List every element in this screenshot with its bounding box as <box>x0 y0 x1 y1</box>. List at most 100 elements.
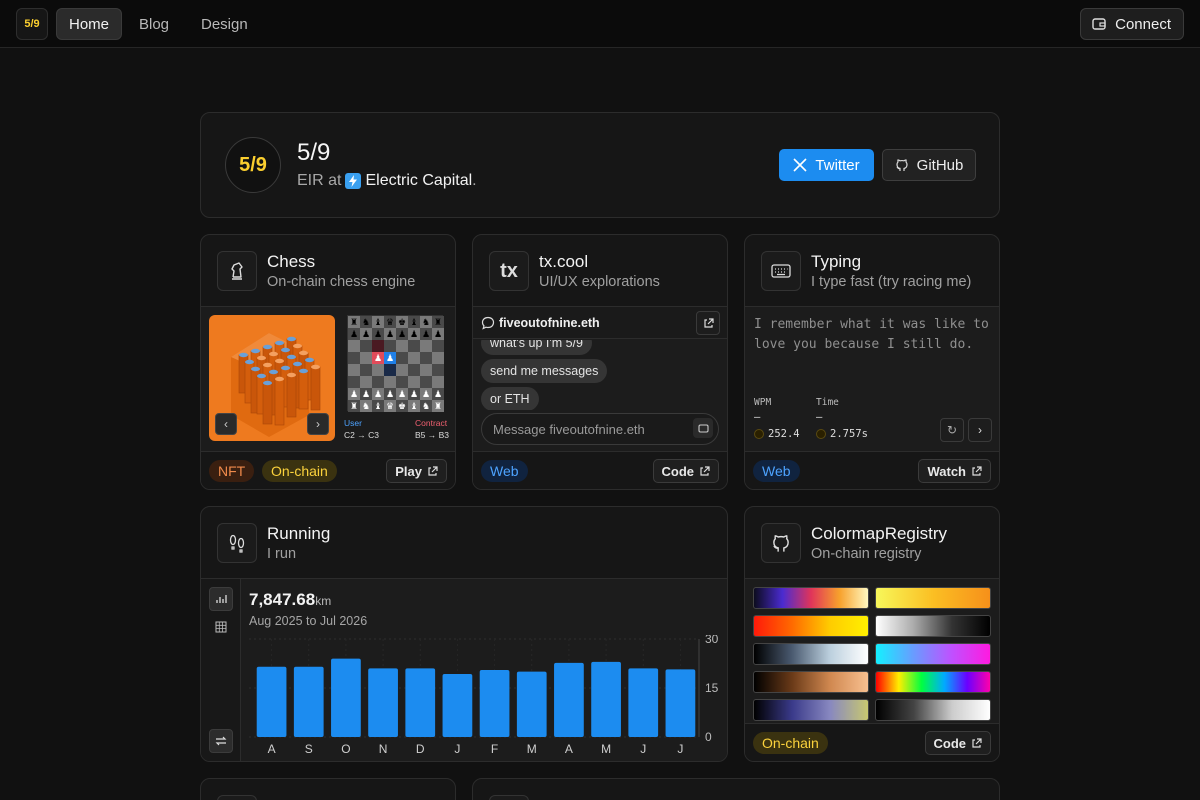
colormap-swatch[interactable] <box>753 671 869 693</box>
chart-bar[interactable] <box>665 669 696 737</box>
board-square[interactable]: ♟ <box>372 388 384 400</box>
board-square[interactable] <box>432 352 444 364</box>
board-square[interactable]: ♜ <box>432 400 444 412</box>
chart-bar[interactable] <box>628 668 659 737</box>
board-square[interactable] <box>432 376 444 388</box>
board-square[interactable]: ♟ <box>348 328 360 340</box>
colormap-swatch[interactable] <box>875 587 991 609</box>
chess-board[interactable]: ♜ ♞ ♝ ♛ ♚ ♝ ♞ ♜ ♟ ♟ ♟ ♟ ♟ ♟ ♟ ♟ ♟ ♟ ♟ ♟ ♟ ♟ ♟ ♟ ♟ ♟ ♜ ♞ ♝ ♛ ♚ ♝ ♞ ♜ <box>347 315 444 412</box>
board-square[interactable] <box>360 352 372 364</box>
board-square[interactable]: ♝ <box>408 316 420 328</box>
chart-bar[interactable] <box>368 668 398 737</box>
restart-button[interactable]: ↻ <box>940 418 964 442</box>
board-square[interactable] <box>360 376 372 388</box>
board-square[interactable] <box>348 352 360 364</box>
grid-view-button[interactable] <box>209 615 233 639</box>
colormap-swatch[interactable] <box>875 615 991 637</box>
board-square[interactable]: ♟ <box>396 388 408 400</box>
github-button[interactable]: GitHub <box>882 149 976 181</box>
chart-bar[interactable] <box>516 671 547 737</box>
board-square[interactable]: ♛ <box>384 316 396 328</box>
board-square[interactable]: ♛ <box>384 400 396 412</box>
code-button[interactable]: Code <box>652 459 719 483</box>
board-square[interactable]: ♞ <box>420 316 432 328</box>
board-square[interactable] <box>396 376 408 388</box>
board-square[interactable]: ♟ <box>420 388 432 400</box>
board-square[interactable]: ♟ <box>384 328 396 340</box>
nav-home[interactable]: Home <box>56 8 123 40</box>
board-square[interactable] <box>384 340 396 352</box>
chart-bar[interactable] <box>442 673 473 737</box>
board-square[interactable]: ♟ <box>432 388 444 400</box>
colormap-swatch[interactable] <box>753 615 869 637</box>
board-square[interactable] <box>420 376 432 388</box>
chart-view-button[interactable] <box>209 587 233 611</box>
board-square[interactable]: ♟ <box>360 388 372 400</box>
board-square[interactable] <box>408 364 420 376</box>
board-square[interactable] <box>432 340 444 352</box>
nft-prev-button[interactable]: ‹ <box>215 413 237 435</box>
board-square[interactable]: ♞ <box>360 400 372 412</box>
board-square[interactable]: ♟ <box>408 388 420 400</box>
send-button[interactable] <box>693 418 713 438</box>
board-square[interactable] <box>348 376 360 388</box>
colormap-swatch[interactable] <box>753 587 869 609</box>
board-square[interactable] <box>432 364 444 376</box>
chart-bar[interactable] <box>293 666 324 737</box>
board-square[interactable] <box>348 364 360 376</box>
board-square[interactable]: ♝ <box>372 400 384 412</box>
nav-blog[interactable]: Blog <box>127 8 181 40</box>
colormap-swatch[interactable] <box>875 643 991 665</box>
next-text-button[interactable]: › <box>968 418 992 442</box>
board-square[interactable] <box>408 340 420 352</box>
board-square[interactable]: ♚ <box>396 400 408 412</box>
board-square[interactable]: ♟ <box>372 328 384 340</box>
swap-units-button[interactable] <box>209 729 233 753</box>
colormap-swatch[interactable] <box>875 699 991 721</box>
nft-next-button[interactable]: › <box>307 413 329 435</box>
board-square[interactable]: ♝ <box>372 316 384 328</box>
chart-bar[interactable] <box>554 662 584 737</box>
board-square[interactable]: ♟ <box>348 388 360 400</box>
board-square[interactable]: ♝ <box>408 400 420 412</box>
board-square[interactable]: ♟ <box>408 328 420 340</box>
board-square[interactable]: ♟ <box>372 352 384 364</box>
board-square[interactable] <box>384 376 396 388</box>
board-square[interactable]: ♟ <box>396 328 408 340</box>
board-square[interactable] <box>408 352 420 364</box>
chart-bar[interactable] <box>479 670 510 737</box>
message-input[interactable]: Message fiveoutofnine.eth <box>481 413 719 445</box>
board-square[interactable]: ♚ <box>396 316 408 328</box>
board-square[interactable] <box>396 352 408 364</box>
board-square[interactable] <box>396 364 408 376</box>
board-square[interactable] <box>360 340 372 352</box>
board-square[interactable] <box>384 364 396 376</box>
board-square[interactable] <box>396 340 408 352</box>
board-square[interactable]: ♟ <box>360 328 372 340</box>
board-square[interactable] <box>348 340 360 352</box>
colormap-swatch[interactable] <box>753 643 869 665</box>
board-square[interactable]: ♟ <box>384 388 396 400</box>
board-square[interactable] <box>372 376 384 388</box>
board-square[interactable] <box>372 364 384 376</box>
colormap-swatch[interactable] <box>753 699 869 721</box>
board-square[interactable]: ♜ <box>348 316 360 328</box>
board-square[interactable] <box>372 340 384 352</box>
chat-open-button[interactable] <box>696 311 720 335</box>
code-button[interactable]: Code <box>924 731 991 755</box>
board-square[interactable]: ♟ <box>384 352 396 364</box>
board-square[interactable] <box>360 364 372 376</box>
twitter-button[interactable]: Twitter <box>779 149 874 181</box>
board-square[interactable]: ♜ <box>348 400 360 412</box>
board-square[interactable]: ♜ <box>432 316 444 328</box>
board-square[interactable] <box>420 340 432 352</box>
chart-bar[interactable] <box>405 668 436 737</box>
board-square[interactable] <box>408 376 420 388</box>
chart-bar[interactable] <box>331 658 361 737</box>
board-square[interactable]: ♞ <box>360 316 372 328</box>
chart-bar[interactable] <box>591 661 621 737</box>
typing-test[interactable]: I remember what it was like to love you … <box>745 307 999 451</box>
board-square[interactable]: ♟ <box>420 328 432 340</box>
connect-button[interactable]: Connect <box>1080 8 1184 40</box>
chart-bar[interactable] <box>256 666 287 737</box>
